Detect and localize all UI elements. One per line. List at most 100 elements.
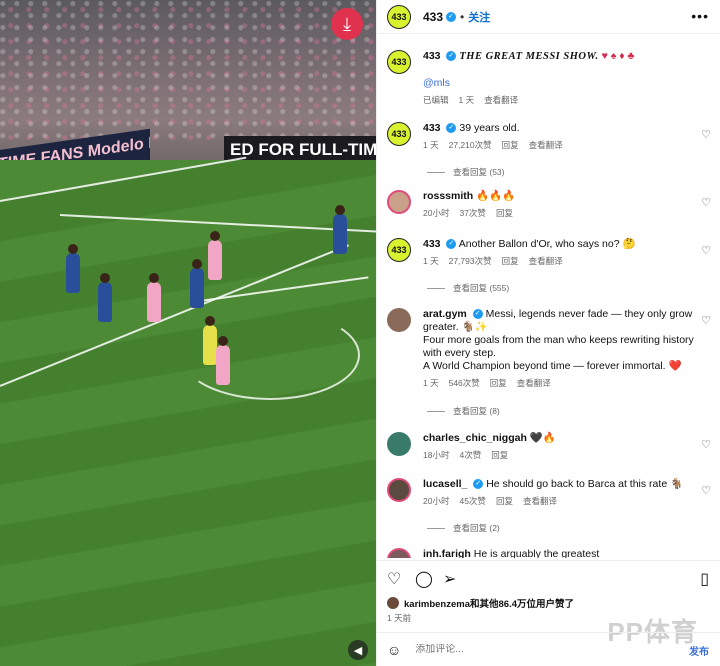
view-replies-button[interactable]: 查看回复 (53) bbox=[427, 166, 504, 178]
reply-button[interactable]: 回复 bbox=[491, 450, 508, 460]
comment-text-line: Four more goals from the man who keeps r… bbox=[423, 334, 694, 359]
heart-icon[interactable]: ♡ bbox=[701, 128, 711, 141]
reply-button[interactable]: 回复 bbox=[502, 256, 519, 266]
comment-username[interactable]: 433 bbox=[423, 122, 441, 134]
pitch-line bbox=[0, 156, 247, 202]
comment-text: 39 years old. bbox=[459, 122, 520, 134]
comment-text: 🖤🔥 bbox=[529, 432, 556, 444]
comment-username[interactable]: 433 bbox=[423, 238, 441, 250]
heart-icon[interactable]: ♡ bbox=[701, 484, 711, 497]
timestamp: 20小时 bbox=[423, 208, 450, 218]
post-time: 1 天前 bbox=[387, 613, 412, 623]
caption-emojis: ♥ ♠ ♦ ♣ bbox=[601, 50, 635, 62]
like-count[interactable]: 27,210次赞 bbox=[449, 140, 492, 150]
comment-username[interactable]: lucasell_ bbox=[423, 478, 467, 490]
avatar[interactable]: 433 bbox=[387, 50, 411, 74]
view-replies-button[interactable]: 查看回复 (2) bbox=[427, 522, 500, 534]
avatar[interactable]: 433 bbox=[387, 4, 411, 29]
verified-icon: ✓ bbox=[473, 479, 484, 490]
avatar[interactable] bbox=[387, 432, 411, 456]
comment-text: Another Ballon d'Or, who says no? 🤔 bbox=[458, 238, 636, 250]
more-options-icon[interactable]: ••• bbox=[691, 8, 709, 24]
comment: charles_chic_niggah 🖤🔥 18小时 4次赞 回复 ♡ bbox=[387, 432, 711, 472]
player-blue bbox=[66, 244, 80, 293]
comment-input[interactable] bbox=[415, 644, 616, 655]
translate-link[interactable]: 查看翻译 bbox=[484, 95, 518, 105]
like-count[interactable]: 546次赞 bbox=[449, 378, 480, 388]
avatar[interactable]: 433 bbox=[387, 122, 411, 146]
follow-button[interactable]: 关注 bbox=[468, 9, 490, 25]
mute-icon[interactable]: ◀ bbox=[348, 640, 368, 660]
heart-icon[interactable]: ♡ bbox=[701, 244, 711, 257]
mention[interactable]: @mls bbox=[423, 77, 695, 90]
verified-icon: ✓ bbox=[446, 11, 457, 22]
heart-icon[interactable]: ♡ bbox=[701, 438, 711, 451]
reply-button[interactable]: 回复 bbox=[496, 208, 513, 218]
comment-text-line: A World Champion beyond time — forever i… bbox=[423, 360, 682, 372]
emoji-icon[interactable]: ☺ bbox=[387, 642, 401, 658]
caption-text: THE GREAT MESSI SHOW. bbox=[459, 51, 599, 62]
avatar[interactable] bbox=[387, 308, 411, 332]
verified-icon: ✓ bbox=[472, 309, 483, 320]
pitch bbox=[0, 156, 376, 666]
account-name[interactable]: 433 bbox=[423, 10, 443, 24]
comment-text: He is arguably the greatest bbox=[473, 548, 600, 558]
reply-button[interactable]: 回复 bbox=[490, 378, 507, 388]
download-icon[interactable]: ⤓ bbox=[331, 8, 363, 40]
player-pink bbox=[147, 273, 161, 322]
translate-link[interactable]: 查看翻译 bbox=[523, 496, 557, 506]
view-replies-button[interactable]: 查看回复 (555) bbox=[427, 282, 509, 294]
comment-list[interactable]: 433 433 ✓ THE GREAT MESSI SHOW. ♥ ♠ ♦ ♣ … bbox=[377, 40, 720, 558]
likes-summary[interactable]: karimbenzema和其他86.4万位用户赞了 bbox=[387, 596, 574, 610]
post-viewer: TIME FANS Modelo BREW ED FOR FULL-TIME F… bbox=[0, 0, 720, 666]
like-count[interactable]: 27,793次赞 bbox=[449, 256, 492, 266]
player-blue bbox=[333, 205, 347, 254]
like-icon[interactable]: ♡ bbox=[387, 569, 401, 589]
comment-text: He should go back to Barca at this rate … bbox=[486, 478, 684, 490]
video-player[interactable]: TIME FANS Modelo BREW ED FOR FULL-TIME F… bbox=[0, 0, 376, 666]
translate-link[interactable]: 查看翻译 bbox=[529, 140, 563, 150]
timestamp: 18小时 bbox=[423, 450, 450, 460]
comment-username[interactable]: rosssmith bbox=[423, 190, 473, 202]
caption-meta: 已编辑 1 天查看翻译 bbox=[423, 94, 695, 107]
comment: 433 433 ✓ Another Ballon d'Or, who says … bbox=[387, 238, 711, 298]
player-blue bbox=[98, 273, 112, 322]
comment-username[interactable]: arat.gym bbox=[423, 308, 467, 320]
comment: arat.gym ✓ Messi, legends never fade — t… bbox=[387, 308, 711, 420]
avatar[interactable] bbox=[387, 190, 411, 214]
comment-username[interactable]: charles_chic_niggah bbox=[423, 432, 527, 444]
like-count[interactable]: 37次赞 bbox=[459, 208, 485, 218]
like-count[interactable]: 4次赞 bbox=[459, 450, 481, 460]
avatar[interactable] bbox=[387, 478, 411, 502]
pitch-line bbox=[199, 276, 369, 302]
player-blue bbox=[190, 259, 204, 308]
comments-panel: 433 433 ✓ • 关注 ••• 433 433 ✓ THE GREAT M… bbox=[376, 0, 720, 666]
caption: 433 433 ✓ THE GREAT MESSI SHOW. ♥ ♠ ♦ ♣ … bbox=[387, 50, 711, 110]
reply-button[interactable]: 回复 bbox=[502, 140, 519, 150]
post-button[interactable]: 发布 bbox=[689, 643, 709, 658]
timestamp: 1 天 bbox=[458, 95, 475, 105]
action-bar: ♡ ◯ ➢ ▯ bbox=[377, 560, 720, 590]
translate-link[interactable]: 查看翻译 bbox=[517, 378, 551, 388]
verified-icon: ✓ bbox=[446, 239, 457, 250]
verified-icon: ✓ bbox=[446, 123, 457, 134]
comment-composer: ☺ 发布 bbox=[377, 632, 720, 666]
timestamp: 1 天 bbox=[423, 256, 439, 266]
comment-icon[interactable]: ◯ bbox=[415, 569, 433, 589]
comment-username[interactable]: inh.farigh bbox=[423, 548, 471, 558]
avatar[interactable]: 433 bbox=[387, 238, 411, 262]
heart-icon[interactable]: ♡ bbox=[701, 196, 711, 209]
share-icon[interactable]: ➢ bbox=[443, 569, 456, 589]
comment: lucasell_ ✓ He should go back to Barca a… bbox=[387, 478, 711, 538]
save-icon[interactable]: ▯ bbox=[700, 569, 709, 589]
like-count[interactable]: 45次赞 bbox=[459, 496, 485, 506]
reply-button[interactable]: 回复 bbox=[496, 496, 513, 506]
view-replies-button[interactable]: 查看回复 (8) bbox=[427, 405, 500, 417]
timestamp: 20小时 bbox=[423, 496, 450, 506]
avatar bbox=[387, 597, 399, 609]
avatar[interactable] bbox=[387, 548, 411, 558]
translate-link[interactable]: 查看翻译 bbox=[529, 256, 563, 266]
pitch-line bbox=[59, 214, 376, 233]
heart-icon[interactable]: ♡ bbox=[701, 314, 711, 327]
comment-username[interactable]: 433 bbox=[423, 50, 441, 62]
